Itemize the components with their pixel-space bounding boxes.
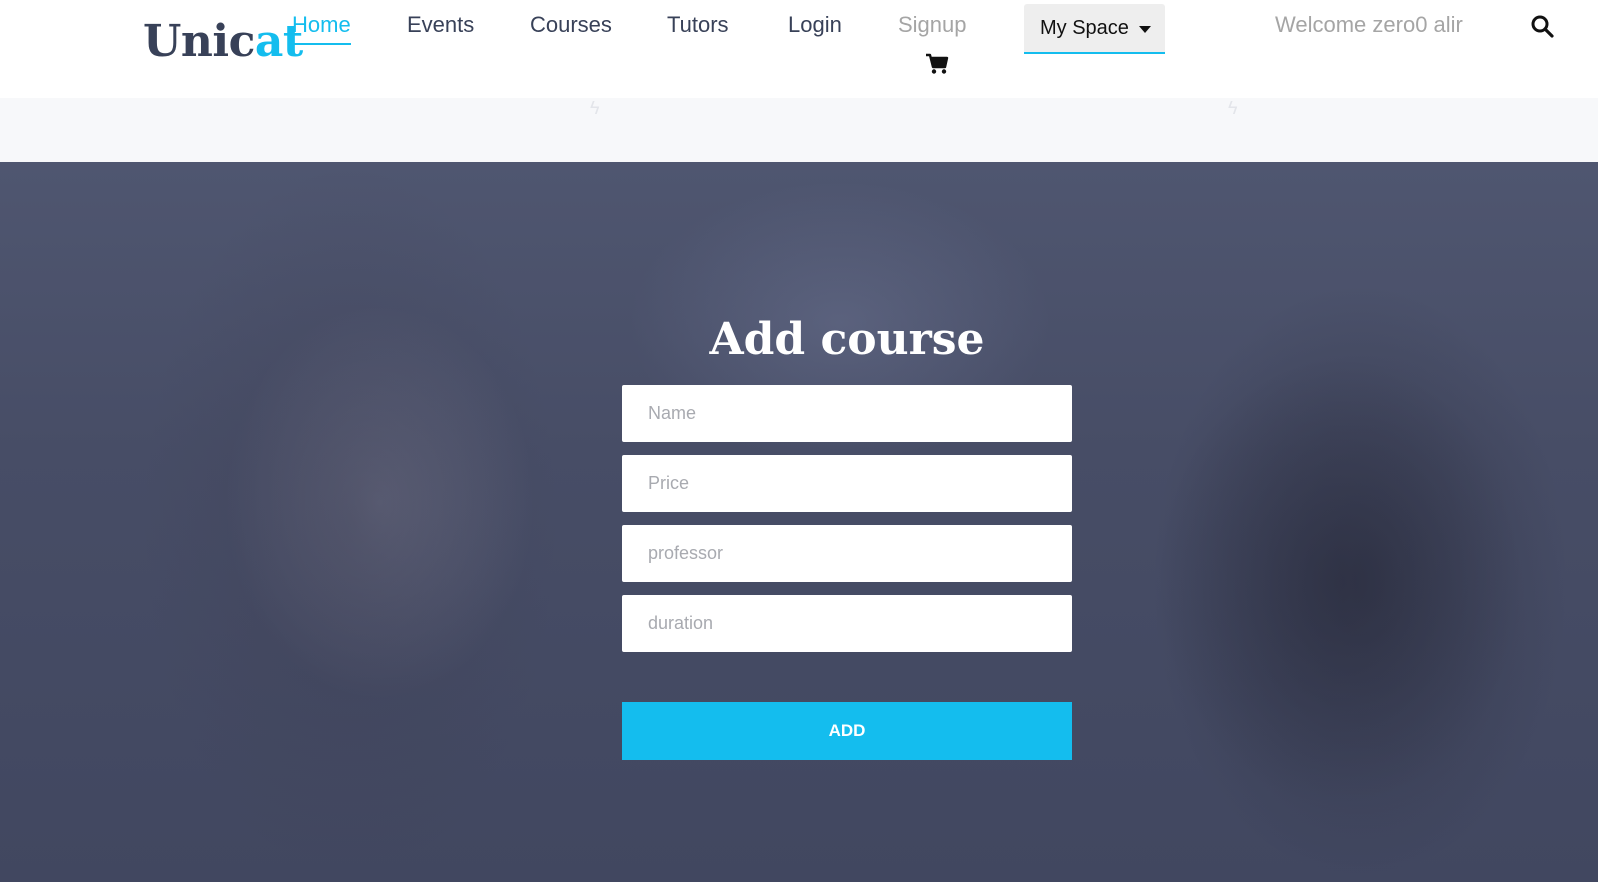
hero-photo-shade — [140, 162, 560, 882]
caret-down-icon — [1138, 25, 1151, 33]
add-course-button[interactable]: ADD — [622, 702, 1072, 760]
my-space-label: My Space — [1040, 16, 1129, 39]
hero-photo-shade — [1150, 282, 1570, 882]
hero-background: Add course ADD — [0, 162, 1598, 882]
brand-logo[interactable]: Unicat — [143, 14, 303, 70]
form-title: Add course — [709, 314, 985, 365]
header-divider-strip: ϟ ϟ — [0, 98, 1598, 162]
course-professor-input[interactable] — [622, 525, 1072, 582]
nav-courses[interactable]: Courses — [530, 11, 612, 39]
welcome-message: Welcome zero0 alir — [1275, 12, 1463, 37]
nav-tutors[interactable]: Tutors — [667, 11, 729, 39]
site-header: Unicat Home Events Courses Tutors Login … — [0, 0, 1598, 98]
course-duration-input[interactable] — [622, 595, 1072, 652]
my-space-dropdown[interactable]: My Space — [1024, 4, 1165, 54]
decorative-mark: ϟ — [1228, 98, 1238, 118]
nav-signup[interactable]: Signup — [898, 11, 967, 39]
course-name-input[interactable] — [622, 385, 1072, 442]
decorative-mark: ϟ — [590, 98, 600, 118]
brand-logo-prefix: Unic — [143, 16, 255, 67]
nav-events[interactable]: Events — [407, 11, 474, 39]
nav-home[interactable]: Home — [292, 11, 351, 45]
shopping-cart-icon[interactable] — [925, 53, 949, 75]
nav-login[interactable]: Login — [788, 11, 842, 39]
course-price-input[interactable] — [622, 455, 1072, 512]
search-icon[interactable] — [1530, 14, 1554, 38]
